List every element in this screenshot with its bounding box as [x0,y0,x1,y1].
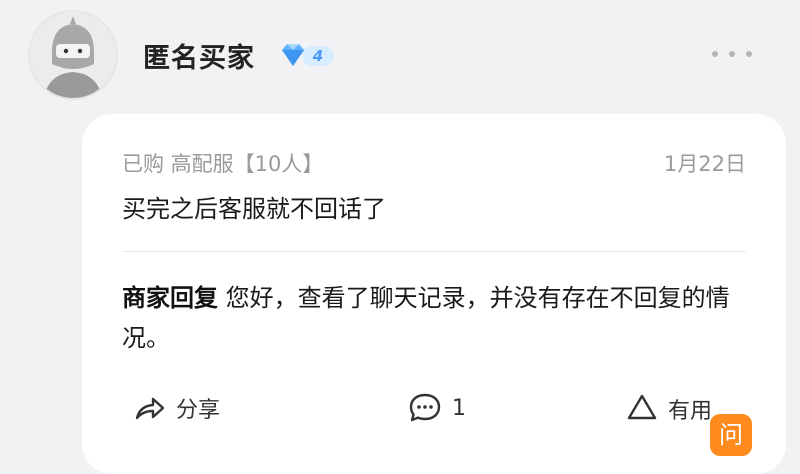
ninja-avatar-icon [30,12,116,98]
share-label: 分享 [176,398,221,423]
purchase-info: 已购 高配服【10人】 [122,152,324,176]
diamond-icon [282,44,304,66]
share-button[interactable]: 分享 [134,392,220,424]
triangle-icon [627,394,657,420]
avatar[interactable] [28,10,118,100]
review-text: 买完之后客服就不回话了 [122,195,386,223]
comment-icon [409,393,441,422]
comment-count: 1 [452,395,466,421]
comment-button[interactable]: 1 [408,392,466,424]
merchant-reply: 商家回复 您好，查看了聊天记录，并没有存在不回复的情况。 [122,278,762,358]
more-dots-icon[interactable] [712,44,752,64]
share-icon [135,397,165,420]
divider [122,251,746,252]
reply-label: 商家回复 [122,284,218,312]
review-card: 已购 高配服【10人】 1月22日 买完之后客服就不回话了 商家回复 您好，查看… [82,114,786,474]
review-date: 1月22日 [663,152,746,176]
username[interactable]: 匿名买家 [143,36,255,75]
